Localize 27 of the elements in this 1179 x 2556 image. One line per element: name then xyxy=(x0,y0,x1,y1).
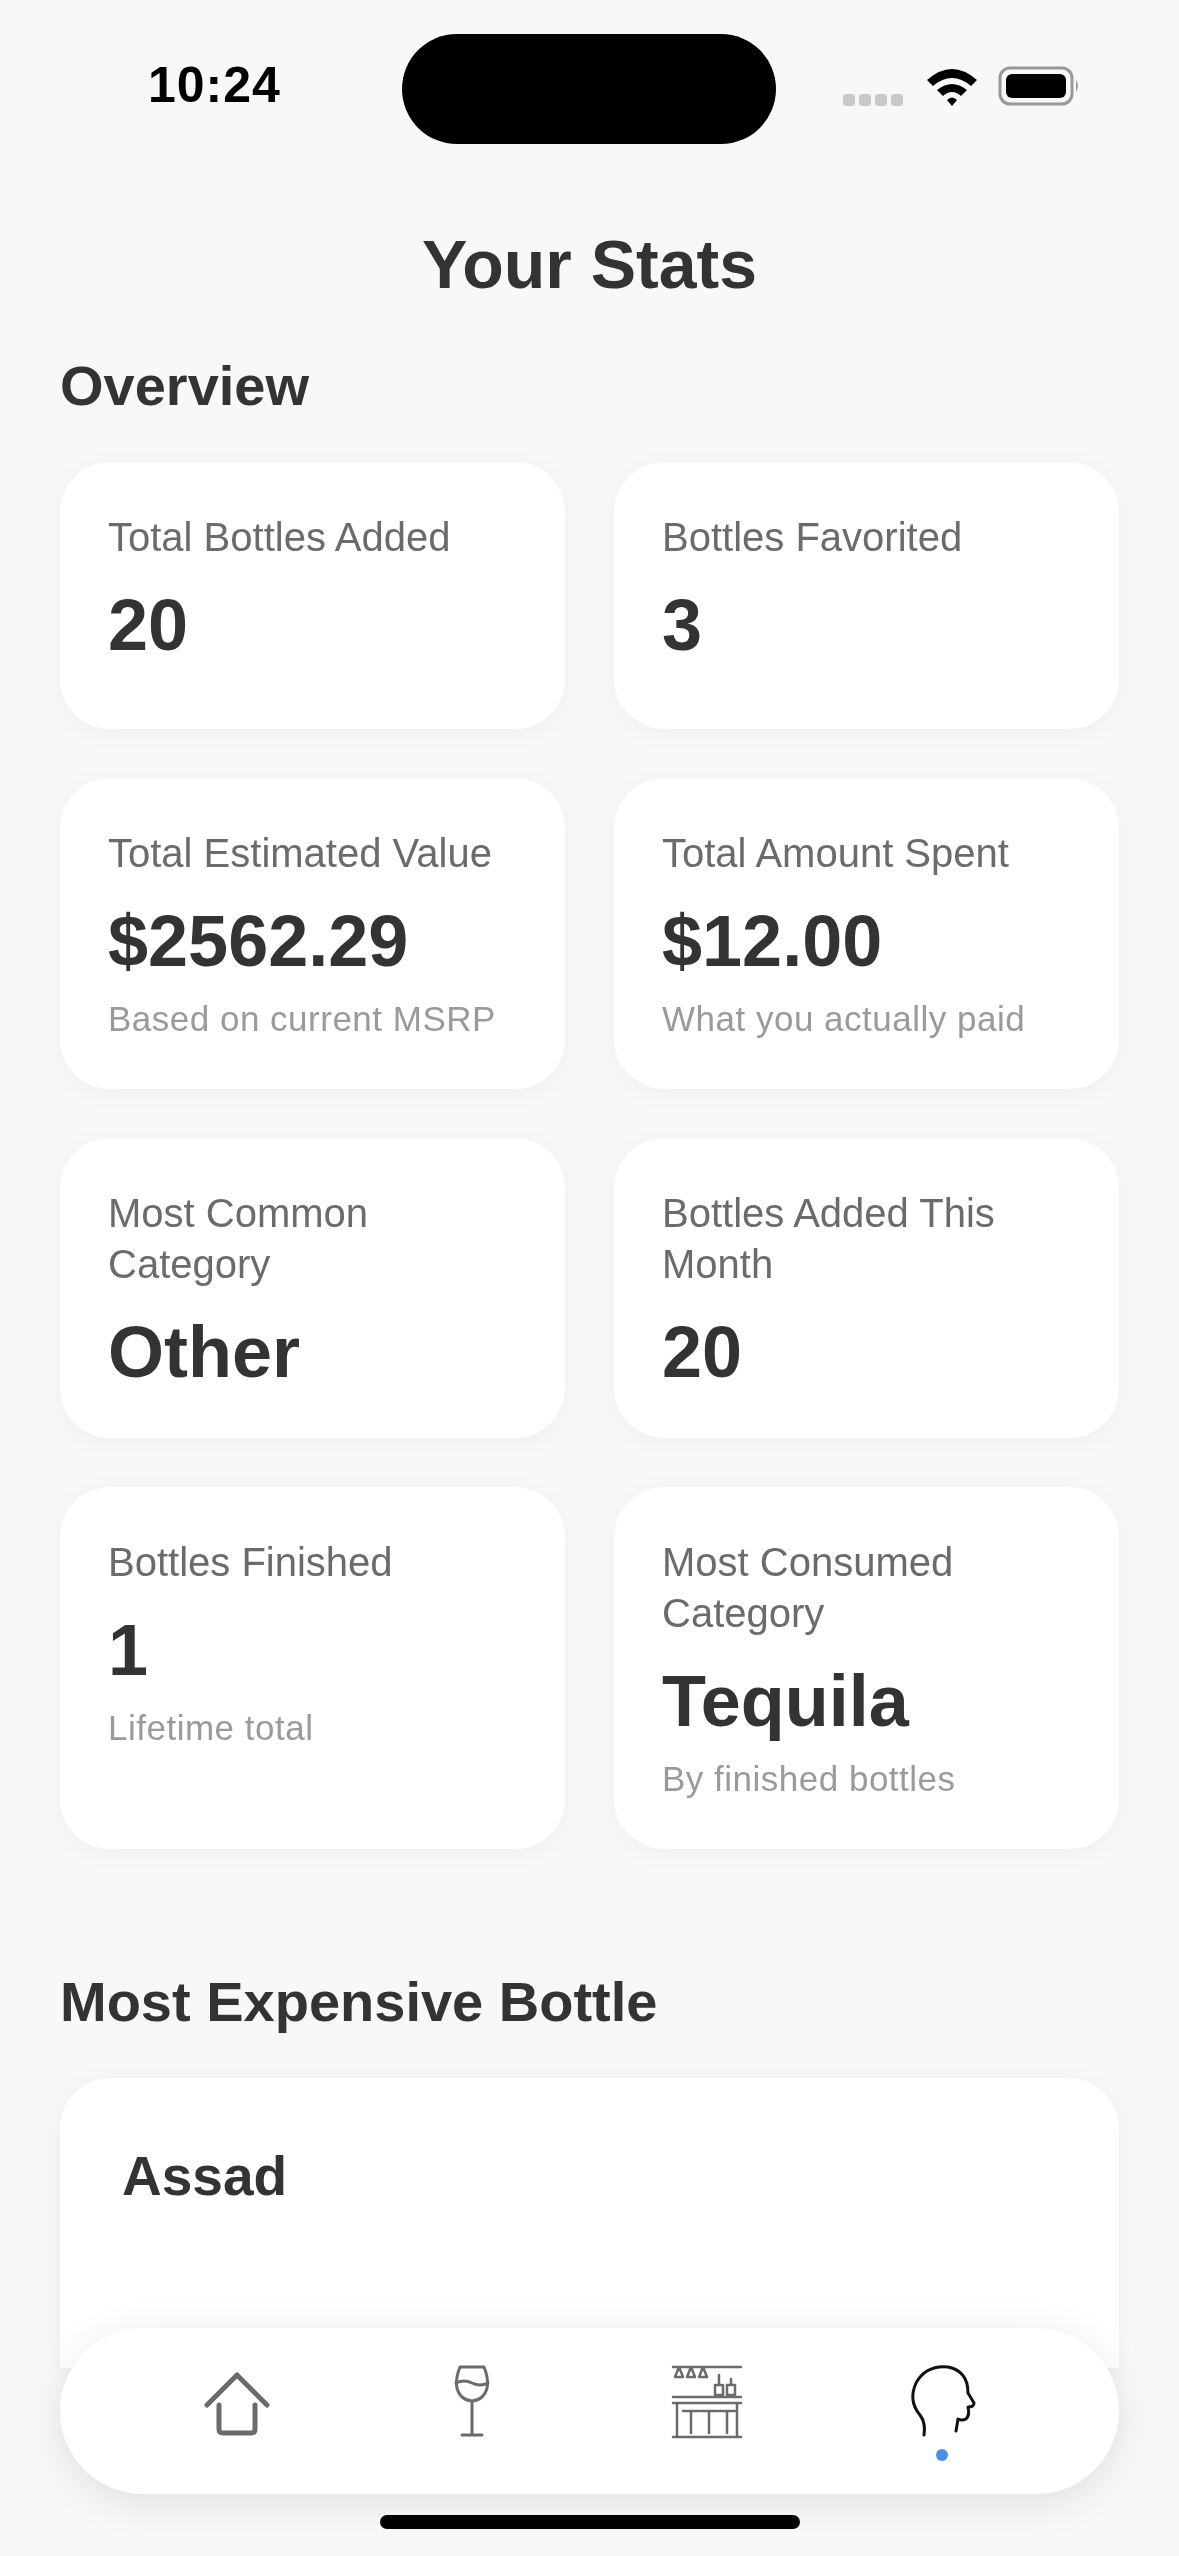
status-time: 10:24 xyxy=(148,56,281,114)
stat-value: $12.00 xyxy=(662,905,883,977)
stat-label: Total Bottles Added xyxy=(108,514,451,561)
stat-label: Total Estimated Value xyxy=(108,830,492,877)
stat-label: Bottles Favorited xyxy=(662,514,963,561)
stat-note: By finished bottles xyxy=(662,1759,956,1799)
stat-label: Bottles Finished xyxy=(108,1539,393,1586)
stat-value: Other xyxy=(108,1316,301,1388)
stat-note: Lifetime total xyxy=(108,1708,314,1748)
stat-note: What you actually paid xyxy=(662,999,1026,1039)
stat-value: 3 xyxy=(662,589,703,661)
section-heading: Overview xyxy=(60,358,311,414)
stat-label: Bottles Added This Month xyxy=(662,1190,996,1288)
stat-value: $2562.29 xyxy=(108,905,409,977)
stat-label: Total Amount Spent xyxy=(662,830,1009,877)
wifi-icon xyxy=(925,66,979,106)
battery-icon xyxy=(998,66,1080,106)
selected-dot xyxy=(935,2449,948,2461)
stat-value: 1 xyxy=(108,1614,149,1686)
stat-value: 20 xyxy=(662,1316,743,1388)
page-title: Your Stats xyxy=(421,230,758,298)
stat-label: Most Consumed Category xyxy=(662,1539,955,1637)
stat-note: Based on current MSRP xyxy=(108,999,496,1039)
bottle-name: Assad xyxy=(122,2145,288,2207)
stat-value: 20 xyxy=(108,589,189,661)
stat-label: Most Common Category xyxy=(108,1190,370,1288)
signal-icon xyxy=(843,94,905,106)
